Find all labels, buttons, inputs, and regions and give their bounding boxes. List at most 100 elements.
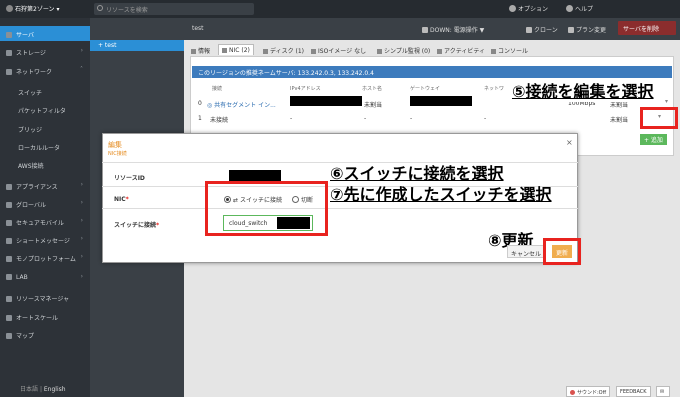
feedback-button[interactable]: FEEDBACK [616, 386, 651, 397]
clone-icon [526, 27, 532, 33]
tab-disk[interactable]: ディスク (1) [260, 44, 307, 55]
resource-id-label: リソースID [114, 175, 145, 182]
nic-row-0-host: 未割当 [364, 102, 383, 109]
sidebar: サーバ ストレージ › ネットワーク ˄ スイッチ パケットフィルタ ブリッジ ロー… [0, 18, 90, 397]
nic-row-1-network: - [484, 115, 487, 122]
top-bar: 石狩第2ゾーン ▾ リソースを検索 オプション ヘルプ [0, 0, 680, 18]
lab-icon [6, 274, 12, 280]
step8-highlight [543, 238, 581, 265]
globe-icon [6, 202, 12, 208]
sidebar-item-aws-connect[interactable]: AWS接続 [0, 157, 90, 172]
step6-7-highlight [205, 181, 328, 236]
chevron-right-icon: › [80, 47, 83, 54]
info-icon [191, 49, 196, 54]
nic-icon [222, 48, 227, 53]
chevron-down-icon: ˄ [80, 66, 83, 73]
nic-row-1-ipv4: - [290, 115, 293, 122]
tree-item-test[interactable]: + test [90, 40, 184, 51]
nic-row-1-host: - [364, 115, 367, 122]
add-nic-button[interactable]: + 追加 [640, 134, 667, 145]
tab-iso[interactable]: ISOイメージ なし [308, 44, 369, 55]
iso-icon [311, 49, 316, 54]
sidebar-item-resource-manager[interactable]: リソースマネージャ [0, 290, 90, 305]
col-connection: 接続 [212, 86, 223, 92]
close-icon[interactable]: × [566, 138, 573, 147]
sidebar-item-network[interactable]: ネットワーク ˄ [0, 63, 90, 78]
col-hostname: ホスト名 [362, 86, 383, 92]
sound-toggle[interactable]: サウンド:Off [566, 386, 611, 397]
delete-server-button[interactable]: サーバを削除 [618, 21, 676, 35]
plan-icon [568, 27, 574, 33]
zone-icon [6, 5, 13, 12]
sidebar-item-iot[interactable]: モノプロットフォーム › [0, 250, 90, 265]
sidebar-item-switch[interactable]: スイッチ [0, 84, 90, 99]
sidebar-item-sms[interactable]: ショートメッセージ › [0, 232, 90, 247]
iot-icon [6, 256, 12, 262]
nic-row-0-index: 0 [198, 100, 202, 107]
language-switcher: 日本語 | English [20, 386, 66, 393]
monitor-icon [377, 49, 382, 54]
sidebar-item-local-router[interactable]: ローカルルータ [0, 139, 90, 154]
nic-row-1-connection: 未接続 [210, 117, 229, 124]
tab-activity[interactable]: アクティビティ [434, 44, 488, 55]
tab-console[interactable]: コンソール [488, 44, 531, 55]
tab-info[interactable]: 情報 [188, 44, 213, 55]
switch-select-label: スイッチに接続* [114, 222, 160, 229]
autoscale-icon [6, 315, 12, 321]
sidebar-item-appliance[interactable]: アプライアンス › [0, 178, 90, 193]
storage-icon [6, 50, 12, 56]
nic-row-0-menu[interactable]: ▾ [665, 98, 668, 105]
detail-tabs: 情報 NIC (2) ディスク (1) ISOイメージ なし シンプル監視 (0… [188, 44, 676, 56]
resource-manager-icon [6, 296, 12, 302]
modal-subtitle: NIC接続 [108, 151, 127, 157]
sidebar-item-map[interactable]: マップ [0, 327, 90, 342]
clone-button[interactable]: クローン [526, 25, 558, 34]
power-icon [422, 27, 428, 33]
divider [102, 208, 578, 209]
sms-icon [6, 238, 12, 244]
options-button[interactable]: オプション [509, 4, 548, 13]
server-icon [6, 32, 12, 38]
cancel-button[interactable]: キャンセル [507, 245, 545, 258]
help-button[interactable]: ヘルプ [566, 4, 593, 13]
redacted-ipv4 [290, 96, 362, 106]
sidebar-item-secure-mobile[interactable]: セキュアモバイル › [0, 214, 90, 229]
sidebar-item-lab[interactable]: LAB › [0, 270, 90, 285]
lang-en-link[interactable]: English [44, 386, 66, 393]
lang-ja-link[interactable]: 日本語 [20, 386, 38, 393]
map-icon [6, 333, 12, 339]
chat-icon[interactable]: ✉ [656, 386, 670, 397]
sidebar-item-storage[interactable]: ストレージ › [0, 44, 90, 59]
sidebar-item-autoscale[interactable]: オートスケール [0, 309, 90, 324]
mobile-icon [6, 220, 12, 226]
step7-annotation: ⑦先に作成したスイッチを選択 [330, 185, 552, 204]
nic-row-1-status: 未割当 [610, 117, 629, 124]
zone-selector[interactable]: 石狩第2ゾーン ▾ [6, 4, 59, 13]
activity-icon [437, 49, 442, 54]
tab-nic[interactable]: NIC (2) [218, 44, 254, 55]
sidebar-item-packet-filter[interactable]: パケットフィルタ [0, 102, 90, 117]
sidebar-item-global[interactable]: グローバル › [0, 196, 90, 211]
redacted-gateway [410, 96, 472, 106]
col-gateway: ゲートウェイ [410, 86, 441, 92]
help-icon [566, 5, 573, 12]
server-title: test [192, 25, 204, 32]
power-status-dropdown[interactable]: DOWN: 電源操作 ▼ [422, 25, 484, 34]
sound-icon [570, 390, 575, 395]
nic-row-1-index: 1 [198, 115, 202, 122]
step5-highlight [640, 107, 678, 129]
nic-row-0-connection[interactable]: ◎ 共有セグメント イン... [207, 100, 276, 109]
network-icon [6, 69, 12, 75]
disk-icon [263, 49, 268, 54]
resource-search-input[interactable]: リソースを検索 [94, 3, 254, 15]
nic-row-1-gateway: - [410, 115, 413, 122]
nic-label: NIC* [114, 196, 129, 203]
plan-change-button[interactable]: プラン変更 [568, 25, 606, 34]
appliance-icon [6, 184, 12, 190]
tab-monitoring[interactable]: シンプル監視 (0) [374, 44, 433, 55]
nameserver-notice: このリージョンの推奨ネームサーバ: 133.242.0.3, 133.242.0… [192, 66, 672, 78]
sidebar-item-server[interactable]: サーバ [0, 26, 90, 41]
sidebar-item-bridge[interactable]: ブリッジ [0, 121, 90, 136]
shared-segment-icon: ◎ [207, 102, 213, 109]
search-icon [97, 5, 103, 11]
